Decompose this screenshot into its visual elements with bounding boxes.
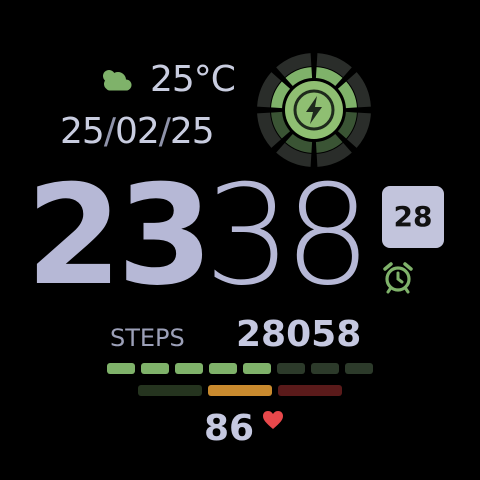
date-day: 25 <box>60 111 105 152</box>
temperature-readout: 25°C <box>150 59 236 100</box>
date-month: 02 <box>114 111 160 152</box>
steps-progress-segment <box>345 363 373 374</box>
battery-gauge[interactable] <box>256 52 372 168</box>
heart-rate-value[interactable]: 86 <box>204 408 254 450</box>
cloud-sun-icon <box>103 70 132 91</box>
steps-progress-segment <box>243 363 271 374</box>
heart-icon <box>263 411 283 429</box>
date-readout: 25/02/25 <box>60 110 215 154</box>
heart-rate-zone-segment <box>278 385 342 396</box>
steps-progress-segment <box>141 363 169 374</box>
heart-rate-zone-segment <box>138 385 202 396</box>
steps-value: 28058 <box>236 314 362 355</box>
steps-progress-segment <box>107 363 135 374</box>
seconds-badge: 28 <box>382 186 444 248</box>
steps-progress-segment <box>311 363 339 374</box>
steps-progress-segment <box>209 363 237 374</box>
alarm-clock-icon[interactable] <box>381 260 415 294</box>
steps-label: STEPS <box>110 324 185 352</box>
time-hours: 23 <box>26 155 213 316</box>
heart-rate-zone-segment <box>208 385 272 396</box>
date-separator: / <box>103 111 116 152</box>
time-minutes: 38 <box>204 155 372 316</box>
steps-progress-segment <box>277 363 305 374</box>
date-year: 25 <box>169 111 215 152</box>
date-separator: / <box>158 111 171 152</box>
steps-progress-segment <box>175 363 203 374</box>
time-seconds: 28 <box>393 200 433 233</box>
